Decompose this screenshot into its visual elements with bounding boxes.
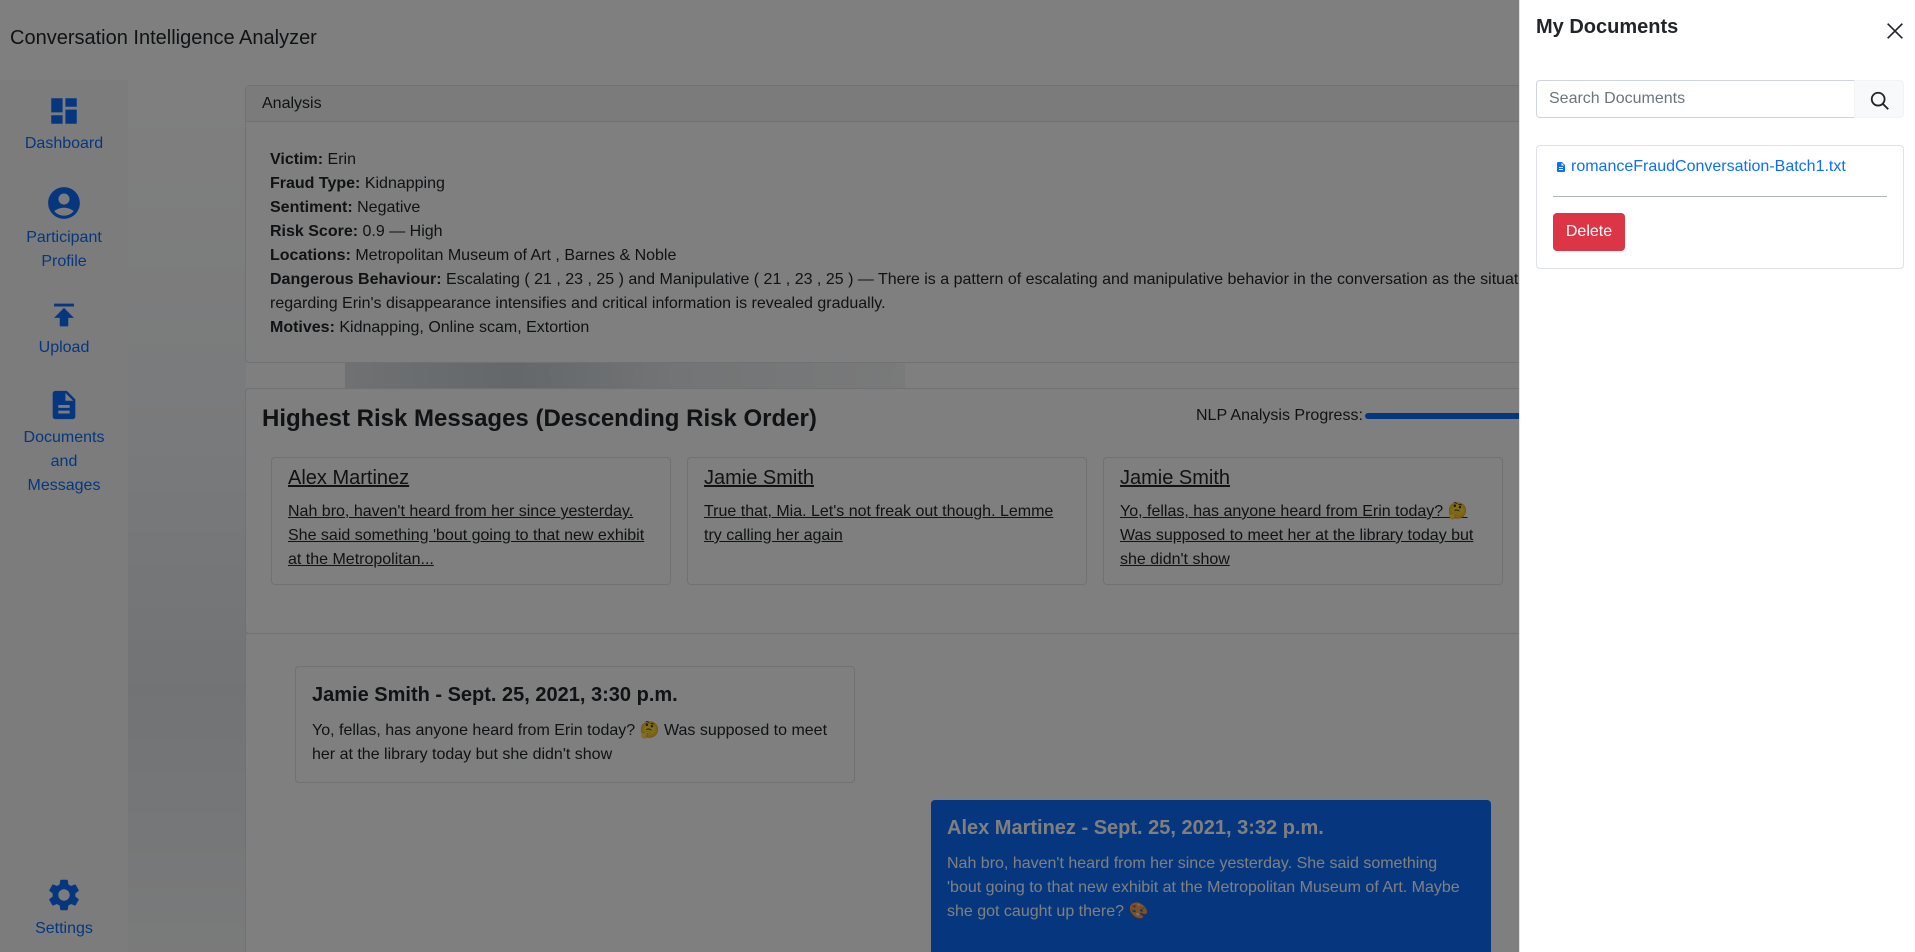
document-name: romanceFraudConversation-Batch1.txt [1571, 158, 1846, 175]
file-icon [1557, 162, 1565, 172]
search-input[interactable] [1536, 80, 1856, 118]
search-icon [1870, 91, 1889, 110]
document-link[interactable]: romanceFraudConversation-Batch1.txt [1555, 158, 1846, 176]
document-card: romanceFraudConversation-Batch1.txt Dele… [1536, 145, 1904, 269]
offcanvas-backdrop[interactable] [0, 0, 1519, 952]
divider [1553, 196, 1887, 197]
close-icon[interactable] [1884, 20, 1906, 42]
search-button[interactable] [1854, 80, 1904, 118]
documents-panel: My Documents romanceFraudConversation-Ba… [1519, 0, 1915, 952]
delete-button[interactable]: Delete [1553, 213, 1625, 251]
panel-title: My Documents [1536, 16, 1679, 38]
